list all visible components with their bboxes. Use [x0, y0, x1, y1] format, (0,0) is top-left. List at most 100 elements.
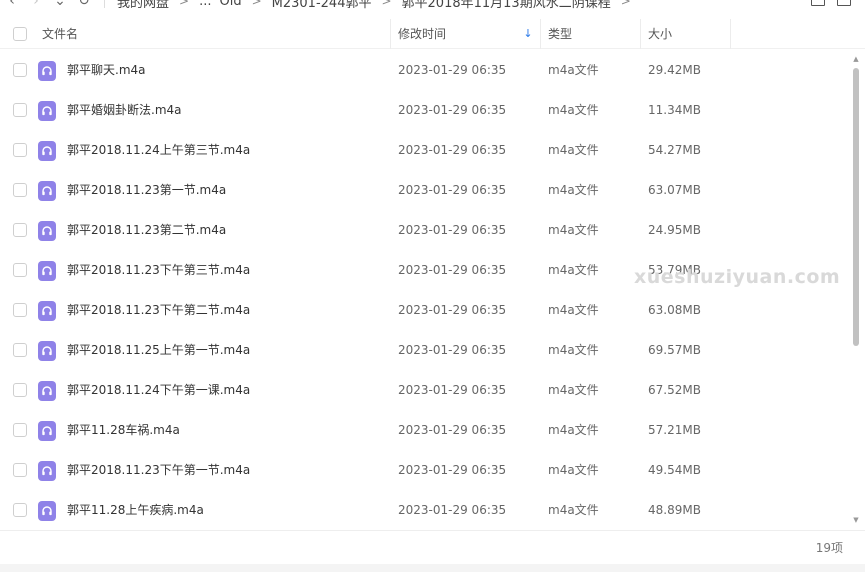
file-type: m4a文件 — [548, 303, 599, 317]
headphones-icon — [42, 466, 52, 476]
file-row[interactable]: 郭平2018.11.24上午第三节.m4a 2023-01-29 06:35 m… — [0, 130, 850, 170]
sort-descending-icon[interactable]: ↓ — [523, 27, 533, 41]
file-modified-time: 2023-01-29 06:35 — [398, 263, 507, 277]
headphones-icon — [42, 266, 52, 276]
item-count: 19项 — [815, 541, 843, 555]
column-divider[interactable] — [540, 19, 541, 49]
row-checkbox[interactable] — [13, 303, 27, 317]
file-name[interactable]: 郭平2018.11.23下午第一节.m4a — [67, 450, 250, 490]
file-name[interactable]: 郭平11.28车祸.m4a — [67, 410, 180, 450]
forward-button[interactable]: › — [24, 0, 48, 11]
file-row[interactable]: 郭平2018.11.23第一节.m4a 2023-01-29 06:35 m4a… — [0, 170, 850, 210]
breadcrumb-current-folder[interactable]: 郭平2018年11月13期风水二阴课程 — [398, 0, 615, 11]
file-row[interactable]: 郭平11.28上午疾病.m4a 2023-01-29 06:35 m4a文件 4… — [0, 490, 850, 530]
select-all-checkbox[interactable] — [13, 27, 27, 41]
file-name[interactable]: 郭平2018.11.25上午第一节.m4a — [67, 330, 250, 370]
file-type: m4a文件 — [548, 103, 599, 117]
scrollbar-thumb[interactable] — [853, 68, 859, 346]
audio-file-icon — [38, 341, 56, 361]
row-checkbox[interactable] — [13, 103, 27, 117]
audio-file-icon — [38, 61, 56, 81]
breadcrumb-folder-old[interactable]: Old — [215, 0, 245, 9]
breadcrumb-ellipsis[interactable]: ... — [195, 0, 215, 9]
file-modified-time: 2023-01-29 06:35 — [398, 143, 507, 157]
file-name[interactable]: 郭平2018.11.24上午第三节.m4a — [67, 130, 250, 170]
breadcrumb-chevron-icon: > — [620, 0, 631, 8]
file-row[interactable]: 郭平2018.11.23第二节.m4a 2023-01-29 06:35 m4a… — [0, 210, 850, 250]
column-divider[interactable] — [730, 19, 731, 49]
row-checkbox[interactable] — [13, 503, 27, 517]
file-name[interactable]: 郭平2018.11.23第一节.m4a — [67, 170, 226, 210]
file-type: m4a文件 — [548, 143, 599, 157]
row-checkbox[interactable] — [13, 343, 27, 357]
breadcrumb-folder-m2301[interactable]: M2301-244郭平 — [268, 0, 376, 11]
file-size: 69.57MB — [648, 343, 701, 357]
grid-view-icon[interactable] — [837, 0, 851, 6]
top-navigation-bar: ‹ › ⌄ ↻ 我的网盘 > ... Old > M2301-244郭平 > 郭… — [0, 0, 865, 12]
column-divider[interactable] — [390, 19, 391, 49]
file-name[interactable]: 郭平2018.11.23第二节.m4a — [67, 210, 226, 250]
file-size: 63.08MB — [648, 303, 701, 317]
status-bar: 19项 — [0, 530, 865, 564]
refresh-button[interactable]: ↻ — [72, 0, 96, 11]
file-modified-time: 2023-01-29 06:35 — [398, 343, 507, 357]
file-row[interactable]: 郭平聊天.m4a 2023-01-29 06:35 m4a文件 29.42MB — [0, 50, 850, 90]
row-checkbox[interactable] — [13, 383, 27, 397]
column-divider[interactable] — [640, 19, 641, 49]
row-checkbox[interactable] — [13, 263, 27, 277]
scroll-up-icon[interactable]: ▲ — [852, 55, 860, 63]
back-arrow-icon: ‹ — [9, 0, 15, 9]
file-row[interactable]: 郭平2018.11.23下午第一节.m4a 2023-01-29 06:35 m… — [0, 450, 850, 490]
file-type: m4a文件 — [548, 383, 599, 397]
audio-file-icon — [38, 381, 56, 401]
file-size: 54.27MB — [648, 143, 701, 157]
file-type: m4a文件 — [548, 183, 599, 197]
file-name[interactable]: 郭平2018.11.23下午第三节.m4a — [67, 250, 250, 290]
column-header-size[interactable]: 大小 — [648, 19, 672, 49]
file-row[interactable]: 郭平婚姻卦断法.m4a 2023-01-29 06:35 m4a文件 11.34… — [0, 90, 850, 130]
row-checkbox[interactable] — [13, 423, 27, 437]
divider — [104, 0, 105, 8]
file-modified-time: 2023-01-29 06:35 — [398, 383, 507, 397]
scroll-down-icon[interactable]: ▼ — [852, 516, 860, 524]
column-header-type[interactable]: 类型 — [548, 19, 572, 49]
column-header-time[interactable]: 修改时间 — [398, 19, 446, 49]
audio-file-icon — [38, 221, 56, 241]
file-name[interactable]: 郭平2018.11.24下午第一课.m4a — [67, 370, 250, 410]
file-name[interactable]: 郭平11.28上午疾病.m4a — [67, 490, 204, 530]
back-button[interactable]: ‹ — [0, 0, 24, 11]
row-checkbox[interactable] — [13, 63, 27, 77]
file-modified-time: 2023-01-29 06:35 — [398, 503, 507, 517]
row-checkbox[interactable] — [13, 223, 27, 237]
sort-view-icon[interactable] — [811, 0, 825, 6]
row-checkbox[interactable] — [13, 143, 27, 157]
breadcrumb-root[interactable]: 我的网盘 — [113, 0, 173, 11]
file-name[interactable]: 郭平聊天.m4a — [67, 50, 146, 90]
audio-file-icon — [38, 181, 56, 201]
watermark: xueshuziyuan.com — [634, 266, 841, 288]
file-row[interactable]: 郭平2018.11.25上午第一节.m4a 2023-01-29 06:35 m… — [0, 330, 850, 370]
headphones-icon — [42, 186, 52, 196]
breadcrumb-chevron-icon: > — [179, 0, 190, 8]
column-header-name[interactable]: 文件名 — [42, 19, 78, 49]
file-modified-time: 2023-01-29 06:35 — [398, 63, 507, 77]
audio-file-icon — [38, 141, 56, 161]
file-row[interactable]: 郭平11.28车祸.m4a 2023-01-29 06:35 m4a文件 57.… — [0, 410, 850, 450]
headphones-icon — [42, 226, 52, 236]
file-modified-time: 2023-01-29 06:35 — [398, 463, 507, 477]
file-name[interactable]: 郭平婚姻卦断法.m4a — [67, 90, 182, 130]
row-checkbox[interactable] — [13, 183, 27, 197]
file-type: m4a文件 — [548, 263, 599, 277]
file-name[interactable]: 郭平2018.11.23下午第二节.m4a — [67, 290, 250, 330]
row-checkbox[interactable] — [13, 463, 27, 477]
audio-file-icon — [38, 101, 56, 121]
file-type: m4a文件 — [548, 63, 599, 77]
file-row[interactable]: 郭平2018.11.23下午第二节.m4a 2023-01-29 06:35 m… — [0, 290, 850, 330]
dropdown-button[interactable]: ⌄ — [48, 0, 72, 11]
headphones-icon — [42, 106, 52, 116]
file-type: m4a文件 — [548, 503, 599, 517]
headphones-icon — [42, 506, 52, 516]
file-row[interactable]: 郭平2018.11.24下午第一课.m4a 2023-01-29 06:35 m… — [0, 370, 850, 410]
audio-file-icon — [38, 501, 56, 521]
headphones-icon — [42, 146, 52, 156]
